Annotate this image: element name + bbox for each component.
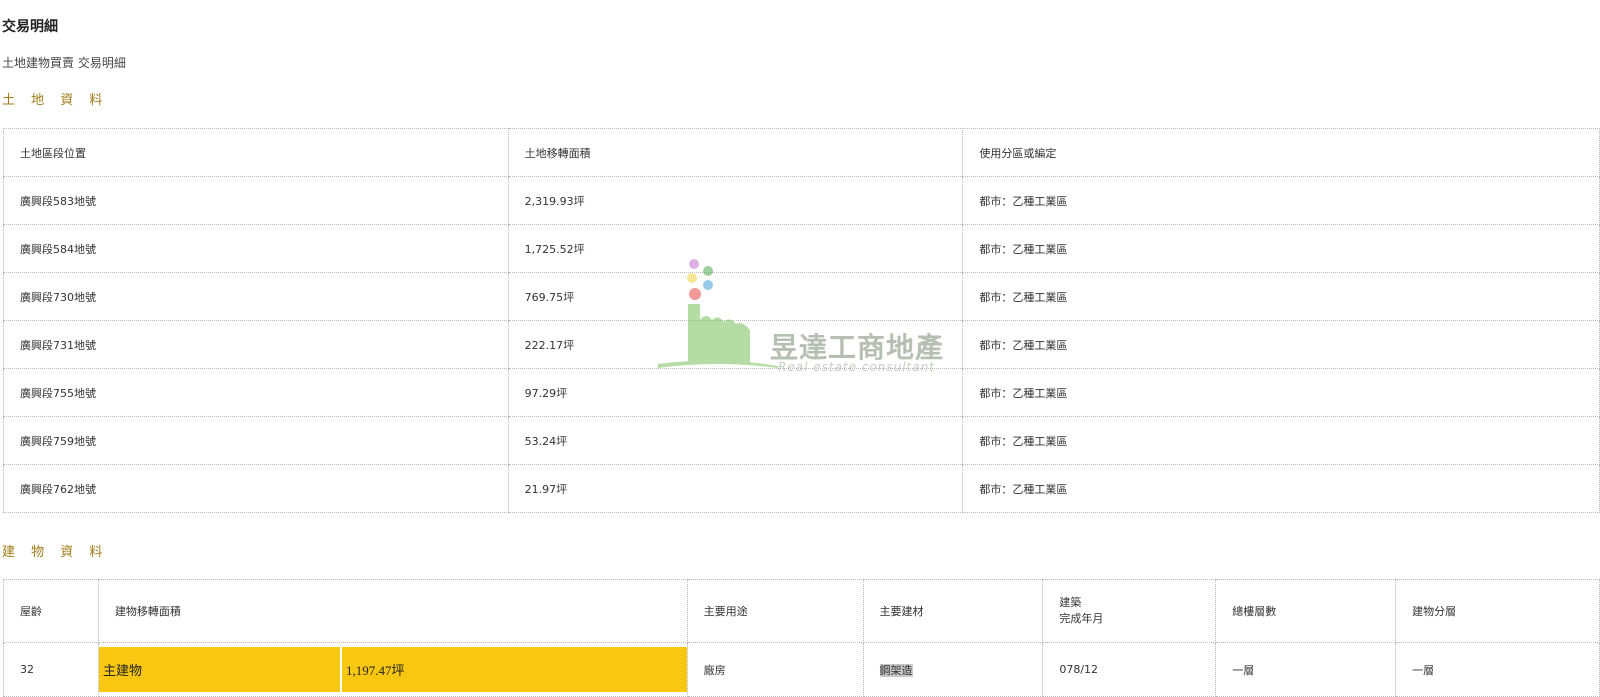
table-row: 32 主建物 1,197.47坪 廠房 鋼架造 078/12 一層 一層 [3, 642, 1600, 697]
land-header-location: 土地區段位置 [3, 128, 509, 177]
building-usage: 廠房 [686, 642, 864, 697]
land-zoning: 都市：乙種工業區 [962, 224, 1600, 273]
building-header-floor: 建物分層 [1395, 579, 1600, 643]
land-location: 廣興段731地號 [3, 320, 509, 369]
land-location: 廣興段762地號 [3, 464, 509, 513]
land-location: 廣興段759地號 [3, 416, 509, 465]
land-zoning: 都市：乙種工業區 [962, 464, 1600, 513]
building-table-header-row: 屋齡 建物移轉面積 主要用途 主要建材 建築 完成年月 總樓層數 建物分層 [3, 579, 1600, 643]
building-built-date: 078/12 [1042, 642, 1217, 697]
built-date-label-line2: 完成年月 [1059, 612, 1104, 625]
land-zoning: 都市：乙種工業區 [962, 272, 1600, 321]
land-header-area: 土地移轉面積 [507, 128, 964, 177]
building-floor: 一層 [1395, 642, 1600, 697]
building-header-total-floors: 總樓層數 [1215, 579, 1397, 643]
building-total-floors: 一層 [1215, 642, 1397, 697]
table-row: 廣興段731地號 222.17坪 都市：乙種工業區 [3, 320, 1600, 369]
main-building-label: 主建物 [98, 647, 340, 692]
built-date-label-line1: 建築 [1059, 596, 1082, 609]
building-header-area: 建物移轉面積 [97, 579, 688, 643]
land-location: 廣興段583地號 [3, 176, 509, 225]
land-location: 廣興段730地號 [3, 272, 509, 321]
land-table: 土地區段位置 土地移轉面積 使用分區或編定 廣興段583地號 2,319.93坪… [3, 128, 1600, 513]
building-table: 屋齡 建物移轉面積 主要用途 主要建材 建築 完成年月 總樓層數 建物分層 32… [3, 579, 1600, 697]
land-area: 769.75坪 [507, 272, 964, 321]
land-zoning: 都市：乙種工業區 [962, 368, 1600, 417]
building-header-usage: 主要用途 [686, 579, 864, 643]
building-age: 32 [3, 642, 99, 697]
table-row: 廣興段762地號 21.97坪 都市：乙種工業區 [3, 464, 1600, 513]
land-zoning: 都市：乙種工業區 [962, 320, 1600, 369]
land-area: 97.29坪 [507, 368, 964, 417]
land-zoning: 都市：乙種工業區 [962, 416, 1600, 465]
table-row: 廣興段730地號 769.75坪 都市：乙種工業區 [3, 272, 1600, 321]
land-table-header-row: 土地區段位置 土地移轉面積 使用分區或編定 [3, 128, 1600, 177]
building-header-built-date: 建築 完成年月 [1042, 579, 1217, 643]
page-title: 交易明細 [2, 19, 58, 35]
land-zoning: 都市：乙種工業區 [962, 176, 1600, 225]
building-area-cell: 主建物 1,197.47坪 [97, 642, 688, 697]
building-header-age: 屋齡 [3, 579, 99, 643]
land-area: 53.24坪 [507, 416, 964, 465]
table-row: 廣興段584地號 1,725.52坪 都市：乙種工業區 [3, 224, 1600, 273]
land-location: 廣興段755地號 [3, 368, 509, 417]
land-section-title: 土 地 資 料 [2, 93, 109, 108]
land-area: 21.97坪 [507, 464, 964, 513]
building-material-cell: 鋼架造 [862, 642, 1044, 697]
table-row: 廣興段583地號 2,319.93坪 都市：乙種工業區 [3, 176, 1600, 225]
land-area: 2,319.93坪 [507, 176, 964, 225]
table-row: 廣興段759地號 53.24坪 都市：乙種工業區 [3, 416, 1600, 465]
land-area: 222.17坪 [507, 320, 964, 369]
breadcrumb: 土地建物買賣 交易明細 [2, 56, 126, 70]
main-building-area: 1,197.47坪 [341, 647, 687, 692]
building-section-title: 建 物 資 料 [2, 545, 109, 560]
table-row: 廣興段755地號 97.29坪 都市：乙種工業區 [3, 368, 1600, 417]
land-area: 1,725.52坪 [507, 224, 964, 273]
land-location: 廣興段584地號 [3, 224, 509, 273]
building-material: 鋼架造 [879, 663, 913, 677]
land-header-zoning: 使用分區或編定 [962, 128, 1600, 177]
building-header-material: 主要建材 [862, 579, 1044, 643]
